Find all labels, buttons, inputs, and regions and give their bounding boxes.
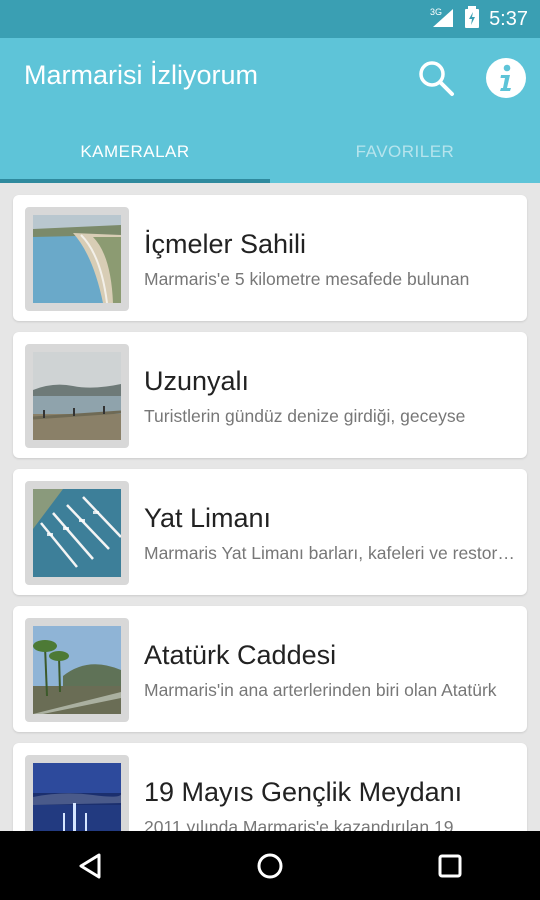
thumbnail-frame: [25, 755, 129, 831]
camera-card-uzunyali[interactable]: Uzunyalı Turistlerin gündüz denize girdi…: [13, 332, 527, 458]
home-button[interactable]: [240, 836, 300, 896]
search-icon: [419, 61, 454, 96]
info-icon: [486, 58, 526, 98]
camera-title: 19 Mayıs Gençlik Meydanı: [144, 777, 463, 807]
camera-list[interactable]: İçmeler Sahili Marmaris'e 5 kilometre me…: [0, 183, 540, 831]
beach-thumbnail: [33, 215, 121, 304]
back-icon: [79, 853, 101, 878]
clock: 5:37: [489, 8, 528, 30]
thumbnail-frame: [25, 207, 129, 311]
camera-description: Marmaris'e 5 kilometre mesafede bulunan: [144, 269, 470, 289]
camera-card-19-mayis[interactable]: 19 Mayıs Gençlik Meydanı 2011 yılında Ma…: [13, 743, 527, 831]
tab-kameralar[interactable]: KAMERALAR: [0, 128, 270, 183]
app-title: Marmarisi İzliyorum: [24, 60, 259, 90]
info-button[interactable]: [484, 56, 528, 100]
navigation-bar: [0, 831, 540, 900]
recents-button[interactable]: [420, 836, 480, 896]
camera-title: Yat Limanı: [144, 503, 272, 533]
camera-title: Uzunyalı: [144, 366, 250, 396]
network-signal-icon: 3G: [429, 6, 455, 33]
recents-icon: [438, 854, 462, 877]
thumbnail-frame: [25, 481, 129, 585]
tab-favoriler[interactable]: FAVORILER: [270, 128, 540, 183]
camera-description: Turistlerin gündüz denize girdiği, gecey…: [144, 406, 466, 426]
camera-card-ataturk-caddesi[interactable]: Atatürk Caddesi Marmaris'in ana arterler…: [13, 606, 527, 732]
home-icon: [257, 853, 283, 878]
camera-description: 2011 yılında Marmaris'e kazandırılan 19: [144, 817, 454, 831]
search-button[interactable]: [414, 56, 458, 100]
battery-icon: [465, 6, 480, 33]
camera-title: Atatürk Caddesi: [144, 640, 337, 670]
seafront-thumbnail: [32, 352, 122, 440]
camera-description: Marmaris'in ana arterlerinden biri olan …: [144, 680, 497, 700]
status-bar: 3G 5:37: [0, 0, 540, 38]
camera-card-icmeler[interactable]: İçmeler Sahili Marmaris'e 5 kilometre me…: [13, 195, 527, 321]
camera-card-yat-limani[interactable]: Yat Limanı Marmaris Yat Limanı barları, …: [13, 469, 527, 595]
camera-title: İçmeler Sahili: [144, 229, 307, 259]
tab-bar: KAMERALAR FAVORILER: [0, 128, 540, 183]
square-night-thumbnail: [33, 763, 122, 831]
back-button[interactable]: [60, 836, 120, 896]
marina-thumbnail: [33, 489, 122, 577]
thumbnail-frame: [25, 618, 129, 722]
camera-description: Marmaris Yat Limanı barları, kafeleri ve…: [144, 543, 516, 563]
network-type-label: 3G: [430, 7, 442, 17]
thumbnail-frame: [25, 344, 129, 448]
street-thumbnail: [33, 626, 121, 714]
app-bar: Marmarisi İzliyorum KAMERALAR FAVORILER: [0, 38, 540, 183]
